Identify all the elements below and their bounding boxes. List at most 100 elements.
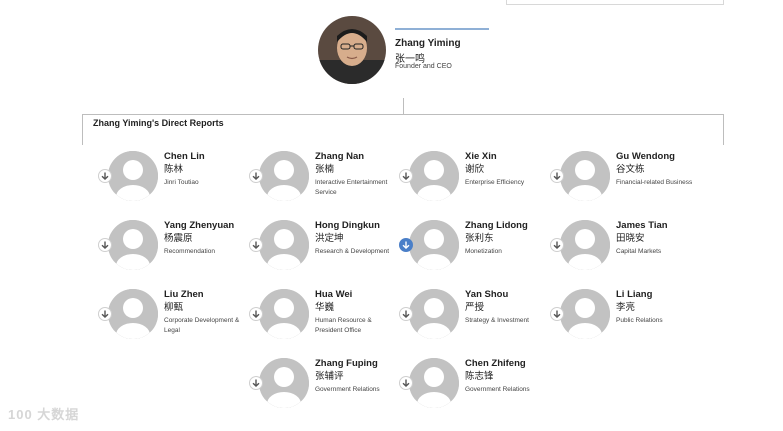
report-card[interactable]: Yang Zhenyuan 杨震原 Recommendation (98, 220, 248, 272)
report-info: Hong Dingkun 洪定坤 Research & Development (315, 220, 405, 257)
report-name[interactable]: Gu Wendong (616, 151, 706, 163)
expand-button[interactable] (550, 307, 564, 321)
report-name-cn: 张楠 (315, 164, 335, 175)
report-info: Liu Zhen 柳甄 Corporate Development & Legal (164, 289, 254, 336)
expand-button[interactable] (399, 169, 413, 183)
report-name[interactable]: Chen Zhifeng (465, 358, 555, 370)
report-name-cn: 谢欣 (465, 164, 485, 175)
expand-button[interactable] (249, 238, 263, 252)
report-name-cn: 张辅评 (315, 371, 344, 382)
section-title: Zhang Yiming's Direct Reports (93, 118, 224, 128)
report-info: Zhang Fuping 张辅评 Government Relations (315, 358, 405, 395)
report-name[interactable]: Yang Zhenyuan (164, 220, 254, 232)
person-placeholder-icon[interactable] (560, 151, 610, 201)
report-name-cn: 柳甄 (164, 302, 184, 313)
report-role: Corporate Development & Legal (164, 317, 240, 334)
expand-button[interactable] (98, 307, 112, 321)
report-card[interactable]: Zhang Nan 张楠 Interactive Entertainment Ser… (249, 151, 399, 203)
report-role: Jinri Toutiao (164, 179, 199, 186)
expand-button[interactable] (399, 376, 413, 390)
arrow-down-icon (101, 241, 109, 249)
expand-button[interactable] (249, 307, 263, 321)
report-info: Gu Wendong 谷文栋 Financial-related Business (616, 151, 706, 188)
person-placeholder-icon[interactable] (409, 289, 459, 339)
report-card[interactable]: Chen Lin 陈林 Jinri Toutiao (98, 151, 248, 203)
report-card[interactable]: Yan Shou 严授 Strategy & Investment (399, 289, 549, 341)
report-name[interactable]: Zhang Lidong (465, 220, 555, 232)
arrow-down-icon (252, 310, 260, 318)
report-card[interactable]: James Tian 田晓安 Capital Markets (550, 220, 700, 272)
person-placeholder-icon[interactable] (108, 220, 158, 270)
person-placeholder-icon[interactable] (409, 358, 459, 408)
report-card[interactable]: Zhang Fuping 张辅评 Government Relations (249, 358, 399, 410)
person-placeholder-icon[interactable] (409, 220, 459, 270)
person-placeholder-icon[interactable] (259, 151, 309, 201)
arrow-down-icon (252, 379, 260, 387)
ceo-photo[interactable] (318, 16, 386, 84)
report-name[interactable]: Zhang Nan (315, 151, 405, 163)
report-name[interactable]: Li Liang (616, 289, 706, 301)
report-card[interactable]: Xie Xin 谢欣 Enterprise Efficiency (399, 151, 549, 203)
report-name-cn: 李亮 (616, 302, 636, 313)
report-card[interactable]: Zhang Lidong 张利东 Monetization (399, 220, 549, 272)
report-name[interactable]: Hua Wei (315, 289, 405, 301)
report-info: Yang Zhenyuan 杨震原 Recommendation (164, 220, 254, 257)
arrow-down-icon (252, 172, 260, 180)
arrow-down-icon (402, 310, 410, 318)
expand-button[interactable] (399, 307, 413, 321)
report-name[interactable]: Yan Shou (465, 289, 555, 301)
report-card[interactable]: Chen Zhifeng 陈志锋 Government Relations (399, 358, 549, 410)
report-info: Li Liang 李亮 Public Relations (616, 289, 706, 326)
report-name[interactable]: Hong Dingkun (315, 220, 405, 232)
report-card[interactable]: Gu Wendong 谷文栋 Financial-related Business (550, 151, 700, 203)
arrow-down-icon (553, 241, 561, 249)
report-name-cn: 谷文栋 (616, 164, 645, 175)
person-placeholder-icon[interactable] (108, 289, 158, 339)
expand-button[interactable] (98, 238, 112, 252)
person-placeholder-icon[interactable] (259, 289, 309, 339)
expand-button[interactable] (98, 169, 112, 183)
report-name-cn: 杨震原 (164, 233, 193, 244)
expand-button[interactable] (550, 238, 564, 252)
report-info: Hua Wei 华巍 Human Resource & President Offi… (315, 289, 405, 336)
person-placeholder-icon[interactable] (409, 151, 459, 201)
arrow-down-icon (402, 172, 410, 180)
report-name[interactable]: Xie Xin (465, 151, 555, 163)
report-name-cn: 张利东 (465, 233, 494, 244)
person-placeholder-icon[interactable] (560, 289, 610, 339)
ceo-accent-bar (395, 28, 489, 30)
report-role: Government Relations (465, 386, 530, 393)
report-name-cn: 田晓安 (616, 233, 645, 244)
report-role: Strategy & Investment (465, 317, 529, 324)
report-card[interactable]: Hong Dingkun 洪定坤 Research & Development (249, 220, 399, 272)
report-role: Capital Markets (616, 248, 662, 255)
expand-button[interactable] (249, 169, 263, 183)
report-info: James Tian 田晓安 Capital Markets (616, 220, 706, 257)
expand-button[interactable] (249, 376, 263, 390)
report-card[interactable]: Hua Wei 华巍 Human Resource & President Offi… (249, 289, 399, 341)
report-card[interactable]: Li Liang 李亮 Public Relations (550, 289, 700, 341)
report-info: Yan Shou 严授 Strategy & Investment (465, 289, 555, 326)
report-name[interactable]: Chen Lin (164, 151, 254, 163)
report-role: Recommendation (164, 248, 215, 255)
arrow-down-icon (101, 310, 109, 318)
report-role: Public Relations (616, 317, 663, 324)
report-role: Monetization (465, 248, 502, 255)
person-placeholder-icon[interactable] (560, 220, 610, 270)
person-placeholder-icon[interactable] (259, 358, 309, 408)
expand-button[interactable] (399, 238, 413, 252)
report-name-cn: 洪定坤 (315, 233, 344, 244)
person-placeholder-icon[interactable] (108, 151, 158, 201)
report-role: Research & Development (315, 248, 390, 255)
report-name[interactable]: James Tian (616, 220, 706, 232)
expand-button[interactable] (550, 169, 564, 183)
report-name[interactable]: Liu Zhen (164, 289, 254, 301)
report-card[interactable]: Liu Zhen 柳甄 Corporate Development & Legal (98, 289, 248, 341)
report-name[interactable]: Zhang Fuping (315, 358, 405, 370)
report-role: Government Relations (315, 386, 380, 393)
report-info: Xie Xin 谢欣 Enterprise Efficiency (465, 151, 555, 188)
report-role: Human Resource & President Office (315, 317, 372, 334)
report-info: Chen Zhifeng 陈志锋 Government Relations (465, 358, 555, 395)
person-placeholder-icon[interactable] (259, 220, 309, 270)
arrow-down-icon (553, 172, 561, 180)
